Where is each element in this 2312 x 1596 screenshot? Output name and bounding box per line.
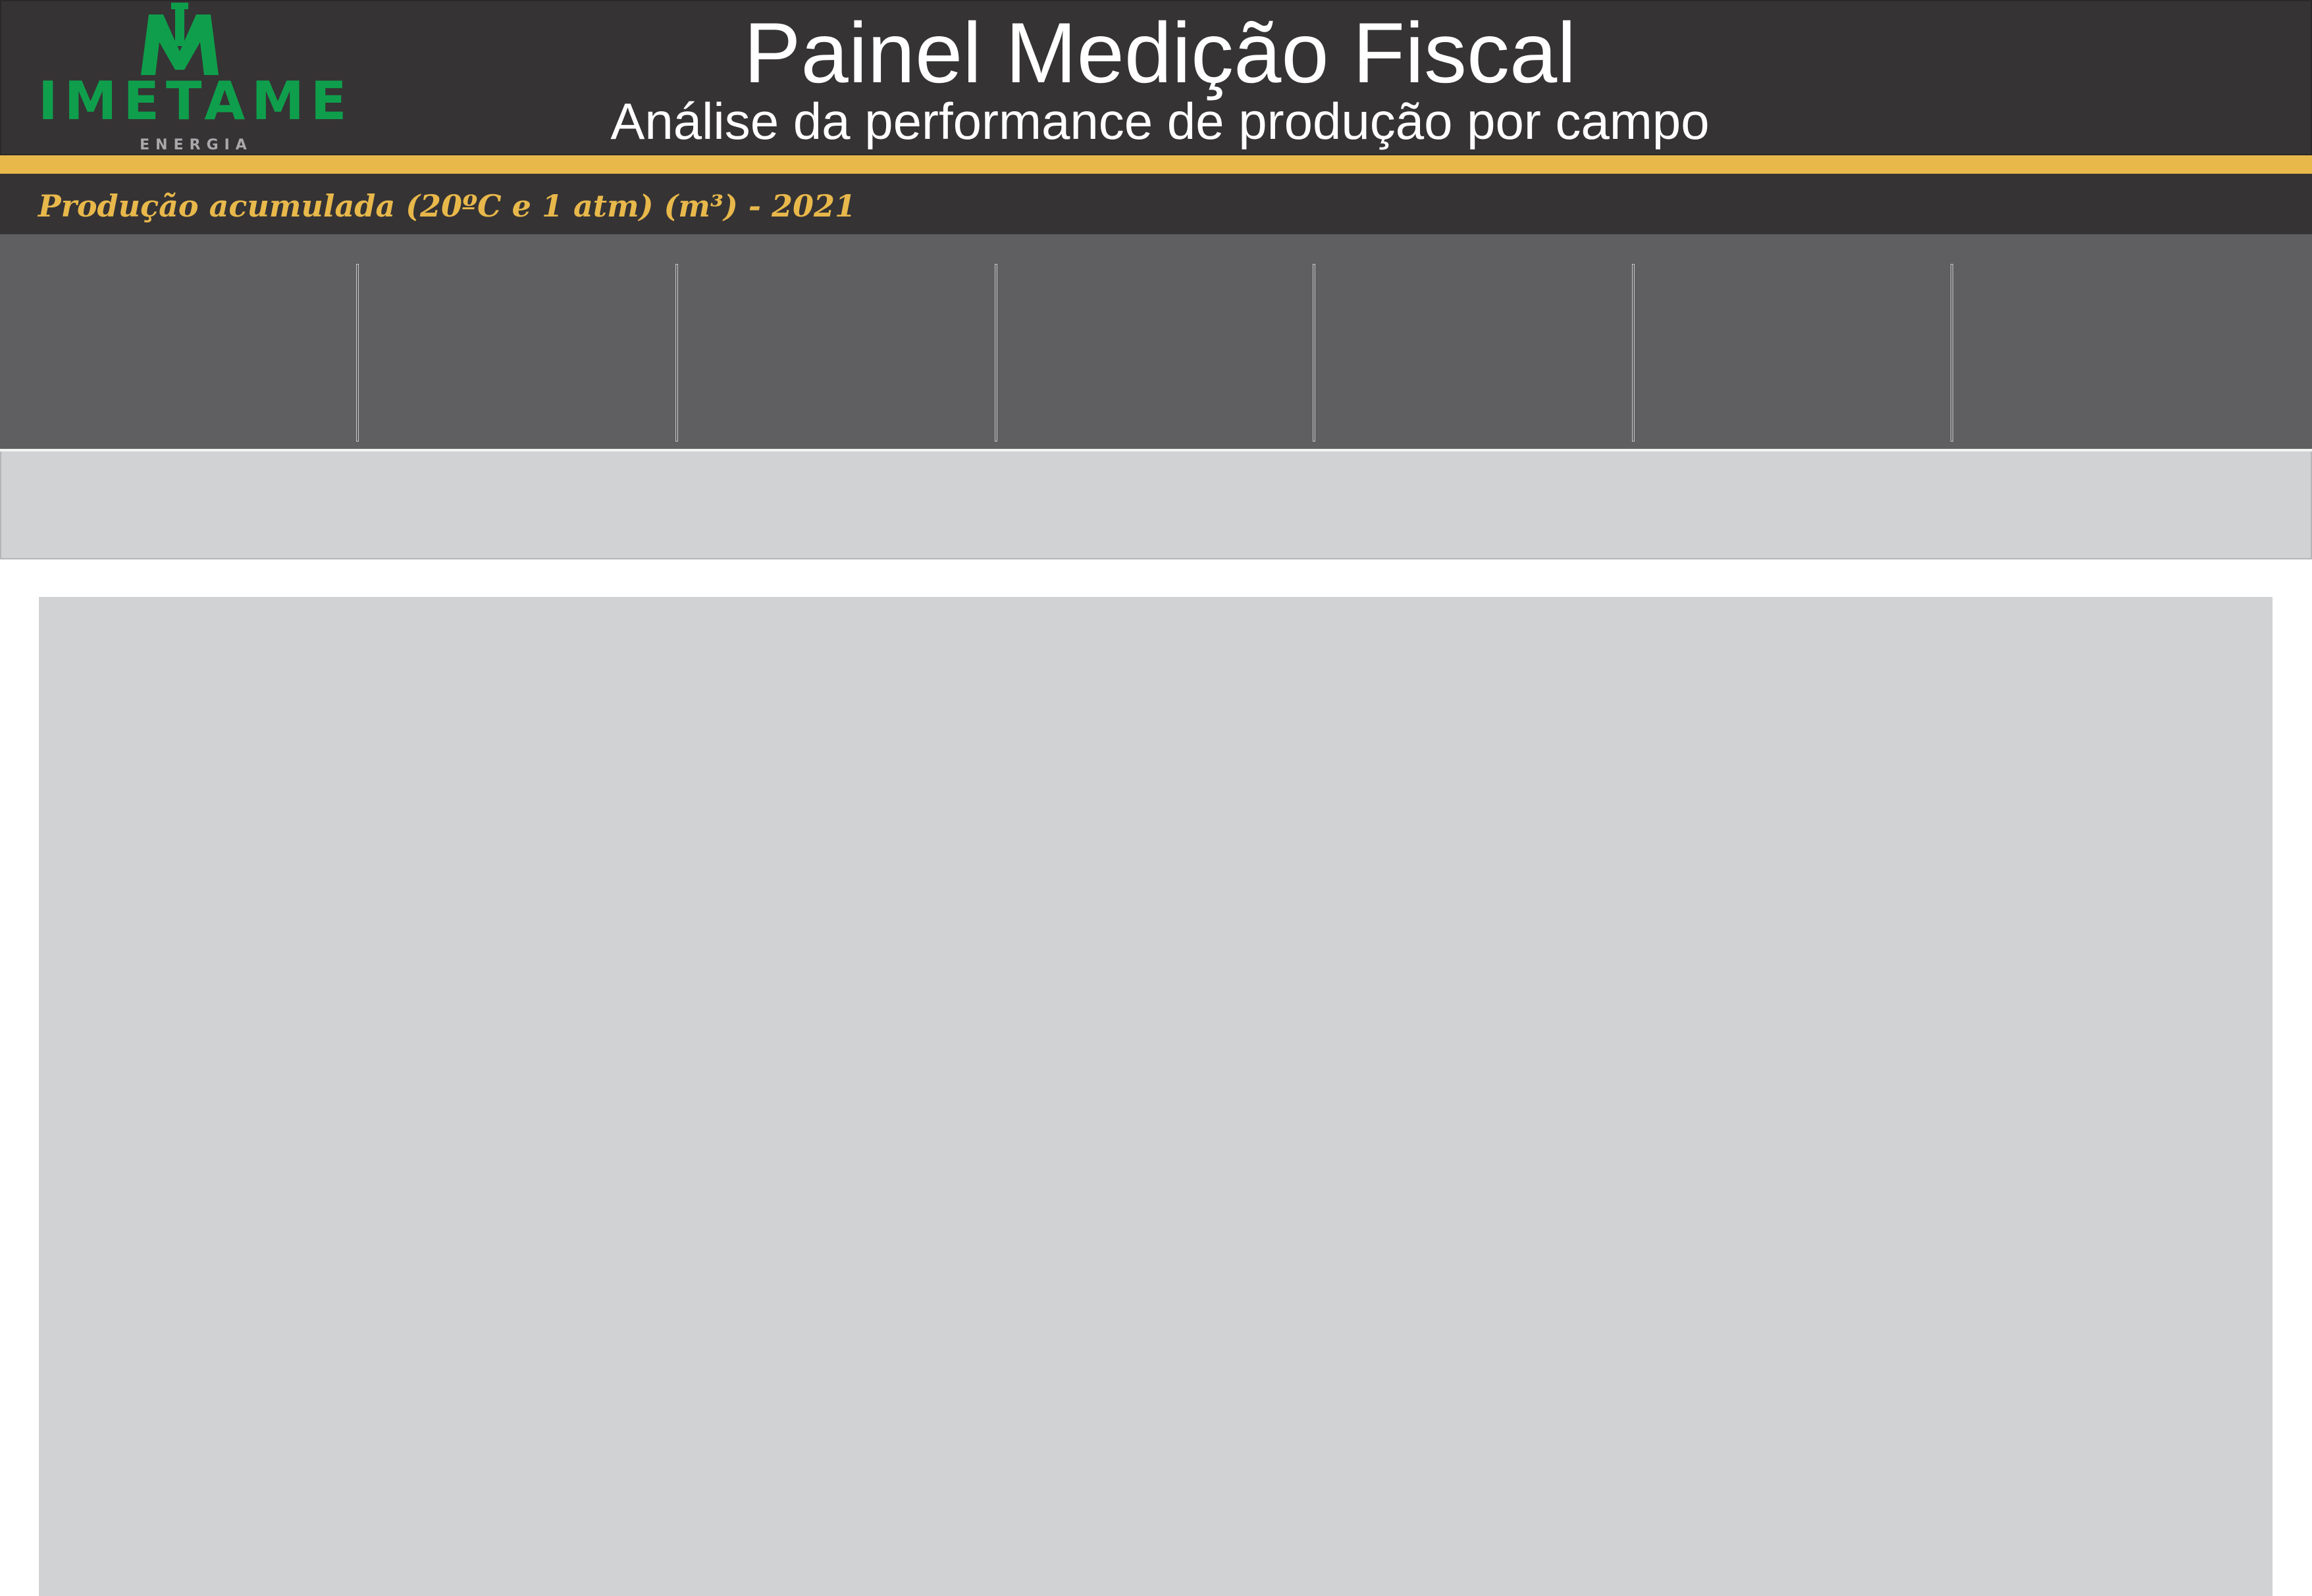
logo-tagline: ENERGIA (140, 137, 253, 153)
kpi-divider (995, 264, 997, 442)
kpi-divider (1632, 264, 1635, 442)
kpi-divider (1313, 264, 1315, 442)
filter-strip (0, 451, 2312, 559)
kpi-divider (675, 264, 678, 442)
page-title: Painel Medição Fiscal (743, 5, 1577, 101)
logo-wordmark: IMETAME (38, 70, 354, 132)
company-logo: IMETAME ENERGIA (38, 1, 354, 157)
header-bar: IMETAME ENERGIA Painel Medição Fiscal An… (0, 0, 2312, 155)
kpi-divider (356, 264, 359, 442)
section-title: Produção acumulada (20ºC e 1 atm) (m³) -… (38, 188, 856, 224)
kpi-divider (1951, 264, 1953, 442)
page-subtitle: Análise da performance de produção por c… (610, 92, 1710, 150)
section-header: Produção acumulada (20ºC e 1 atm) (m³) -… (0, 174, 2312, 234)
main-visual-panel (39, 597, 2273, 1596)
kpi-cards-band (0, 234, 2312, 451)
imetame-logo-icon (141, 3, 219, 75)
accent-divider (0, 155, 2312, 174)
